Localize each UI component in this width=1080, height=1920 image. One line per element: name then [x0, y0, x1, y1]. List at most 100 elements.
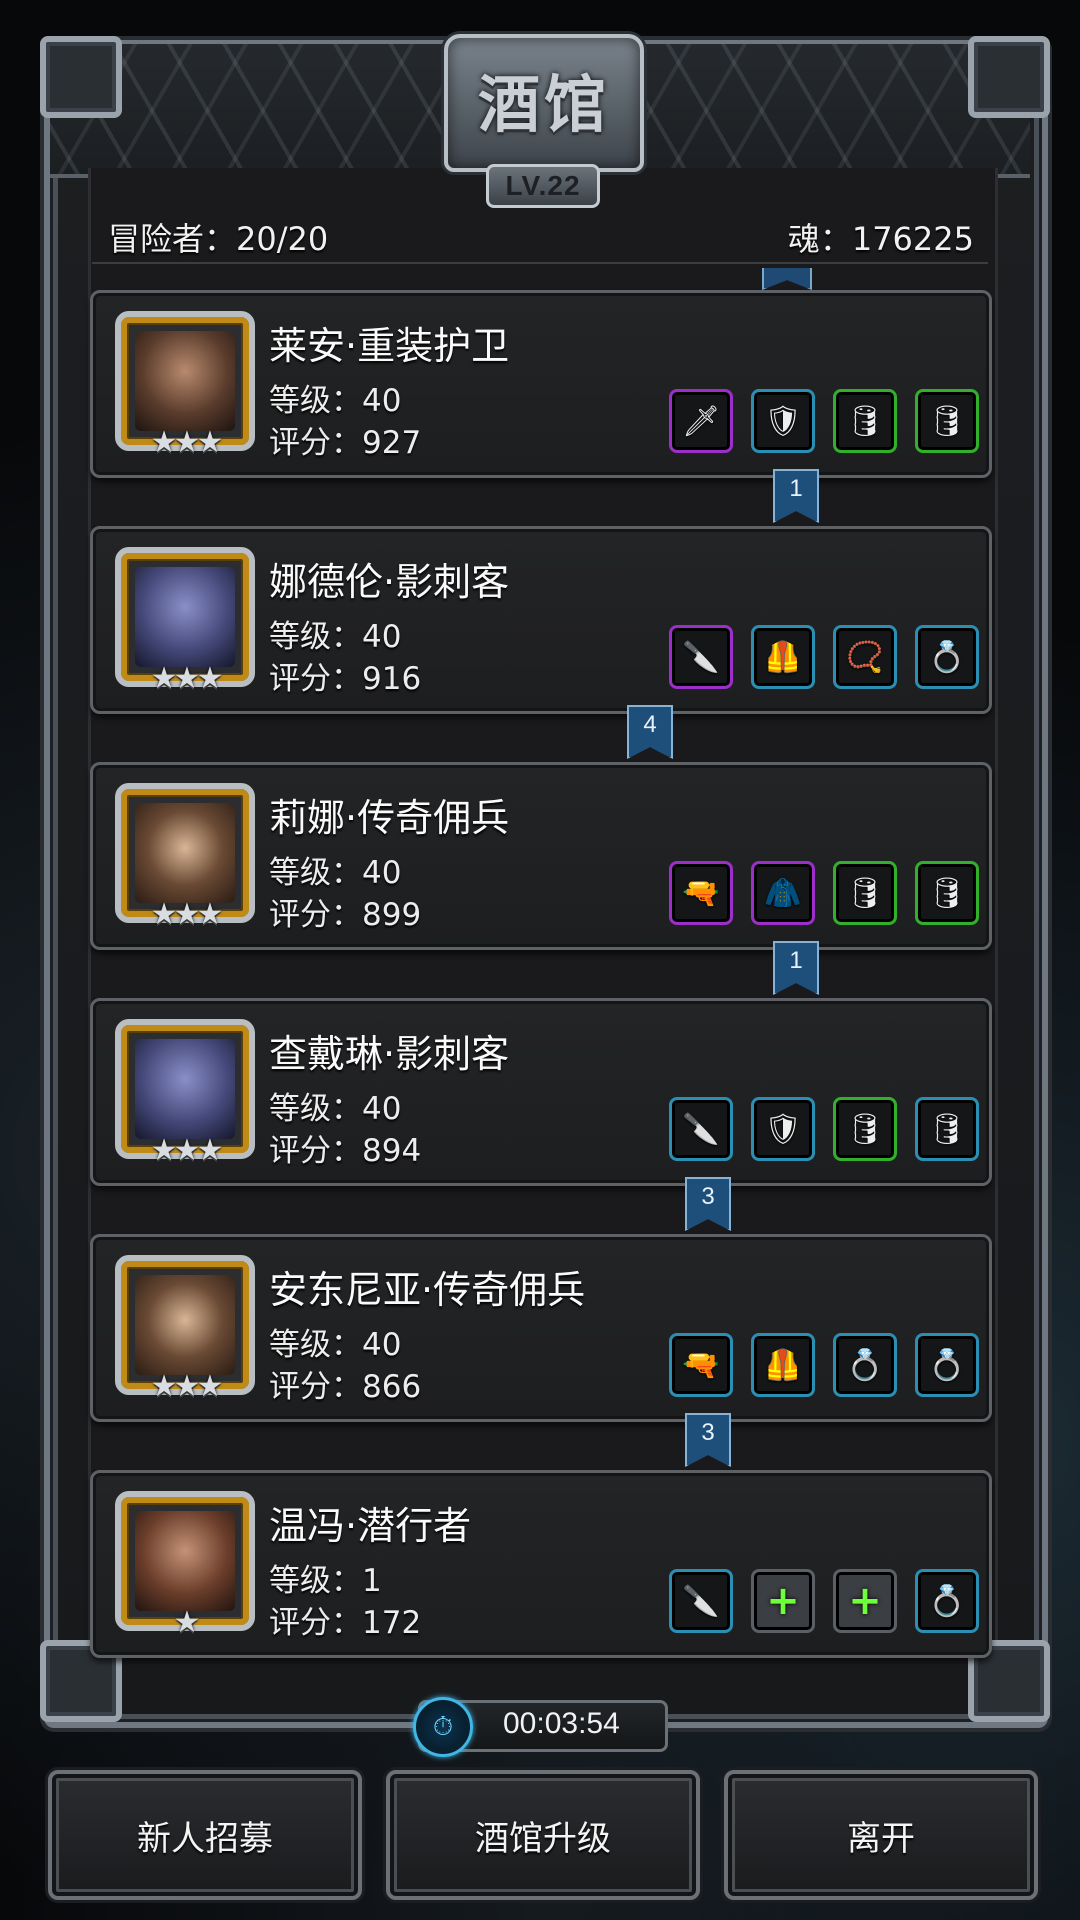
armor-icon: 🛡 [763, 1111, 803, 1147]
curved-blade-icon: 🔪 [682, 639, 720, 675]
ring-icon: 💍 [928, 1347, 966, 1383]
title-plate: 酒馆 [444, 34, 644, 172]
hero-level: 等级：40 [269, 1091, 402, 1127]
hero-avatar [135, 803, 235, 903]
equipment-slot[interactable]: 🛢 [833, 1097, 897, 1161]
equipment-slots: 🔪 🦺 📿 💍 [669, 625, 979, 689]
armor-icon: 🛡 [763, 403, 803, 439]
hero-score: 评分：866 [269, 1369, 422, 1405]
header-divider [92, 262, 988, 264]
equipment-slot[interactable]: 💍 [915, 1569, 979, 1633]
hero-avatar [135, 1511, 235, 1611]
star-rating: ★★★ [150, 897, 224, 932]
equipment-slot[interactable]: 🧥 [751, 861, 815, 925]
stopwatch-icon: ⏱ [413, 1697, 473, 1757]
equipment-slot[interactable]: 🦺 [751, 1333, 815, 1397]
hero-level: 等级：1 [269, 1563, 382, 1599]
leave-button[interactable]: 离开 [724, 1770, 1038, 1900]
barrel-icon: 🛢 [845, 875, 885, 911]
hero-card[interactable]: ★★★ 莉娜·传奇佣兵 等级：40 评分：899 🔫 🧥 🛢 🛢 1 [90, 762, 992, 995]
refresh-timer: ⏱ 00:03:54 [413, 1697, 668, 1757]
tavern-level-badge: LV.22 [486, 164, 600, 208]
hero-name: 温冯·潜行者 [269, 1504, 472, 1548]
hero-level: 等级：40 [269, 383, 402, 419]
ring-icon: 💍 [928, 639, 966, 675]
equipment-slot[interactable]: 🛡 [751, 1097, 815, 1161]
rank-ribbon: 1 [773, 469, 819, 523]
hero-card[interactable]: ★★★ 莱安·重装护卫 等级：40 评分：927 🗡 🛡 🛢 🛢 1 [90, 290, 992, 523]
hero-name: 莉娜·传奇佣兵 [269, 796, 510, 840]
equipment-slot[interactable]: + [751, 1569, 815, 1633]
page-title: 酒馆 [477, 68, 610, 141]
ring-icon: 💍 [846, 1347, 884, 1383]
rank-ribbon: 3 [685, 1177, 731, 1231]
equipment-slot[interactable]: 💍 [915, 1333, 979, 1397]
frame-corner-ornament [968, 36, 1050, 118]
hero-avatar [135, 567, 235, 667]
equipment-slot[interactable]: 🔪 [669, 1569, 733, 1633]
hero-score: 评分：927 [269, 425, 422, 461]
equipment-slot[interactable]: + [833, 1569, 897, 1633]
equipment-slot[interactable]: 🔪 [669, 625, 733, 689]
equipment-slot[interactable]: 🔫 [669, 861, 733, 925]
rank-ribbon: 1 [773, 941, 819, 995]
equipment-slots: 🔪 + + 💍 [669, 1569, 979, 1633]
equipment-slot[interactable]: 📿 [833, 625, 897, 689]
star-rating: ★★★ [150, 661, 224, 696]
equipment-slots: 🔫 🧥 🛢 🛢 [669, 861, 979, 925]
ring-icon: 💍 [928, 1583, 966, 1619]
hero-level: 等级：40 [269, 619, 402, 655]
equipment-slot[interactable]: 💍 [915, 625, 979, 689]
pistol-icon: 🔫 [682, 1347, 720, 1383]
barrel-icon: 🛢 [927, 403, 967, 439]
hero-avatar [135, 1275, 235, 1375]
upgrade-tavern-button[interactable]: 酒馆升级 [386, 1770, 700, 1900]
hero-name: 娜德伦·影刺客 [269, 560, 510, 604]
frame-corner-ornament [40, 36, 122, 118]
amulet-icon: 📿 [846, 639, 884, 675]
hero-list[interactable]: ★★★ 莱安·重装护卫 等级：40 评分：927 🗡 🛡 🛢 🛢 1 ★★★ 娜德伦·… [90, 290, 992, 1706]
pistol-icon: 🔫 [682, 875, 720, 911]
equipment-slot[interactable]: 🛢 [915, 389, 979, 453]
equipment-slot[interactable]: 🛢 [833, 389, 897, 453]
hero-name: 安东尼亚·传奇佣兵 [269, 1268, 586, 1312]
hero-avatar [135, 331, 235, 431]
coat-icon: 🧥 [764, 875, 802, 911]
equipment-slot[interactable]: 🛢 [833, 861, 897, 925]
add-armor-icon: + [766, 1578, 800, 1624]
equipment-slot[interactable]: 🛢 [915, 1097, 979, 1161]
star-rating: ★★★ [150, 1133, 224, 1168]
hero-avatar [135, 1039, 235, 1139]
hero-score: 评分：899 [269, 897, 422, 933]
equipment-slot[interactable]: 🛡 [751, 389, 815, 453]
soul-currency: 魂：176225 [787, 220, 974, 258]
equipment-slot[interactable]: 🔪 [669, 1097, 733, 1161]
barrel-icon: 🛢 [927, 875, 967, 911]
curved-blade-icon: 🔪 [682, 1583, 720, 1619]
hero-score: 评分：894 [269, 1133, 422, 1169]
hero-level: 等级：40 [269, 1327, 402, 1363]
barrel-icon: 🛢 [927, 1111, 967, 1147]
equipment-slot[interactable]: 🦺 [751, 625, 815, 689]
recruit-button[interactable]: 新人招募 [48, 1770, 362, 1900]
hero-score: 评分：172 [269, 1605, 422, 1641]
star-rating: ★★★ [150, 425, 224, 460]
equipment-slot[interactable]: 🛢 [915, 861, 979, 925]
hero-card[interactable]: ★★★ 娜德伦·影刺客 等级：40 评分：916 🔪 🦺 📿 💍 4 [90, 526, 992, 759]
hero-card[interactable]: ★★★ 查戴琳·影刺客 等级：40 评分：894 🔪 🛡 🛢 🛢 3 [90, 998, 992, 1231]
chest-armor-icon: 🦺 [764, 639, 802, 675]
barrel-icon: 🛢 [845, 403, 885, 439]
hero-card[interactable]: ★ 温冯·潜行者 等级：1 评分：172 🔪 + + 💍 [90, 1470, 992, 1658]
equipment-slot[interactable]: 💍 [833, 1333, 897, 1397]
adventurer-count: 冒险者：20/20 [108, 220, 329, 258]
hero-name: 查戴琳·影刺客 [269, 1032, 510, 1076]
equipment-slot[interactable]: 🔫 [669, 1333, 733, 1397]
curved-blade-icon: 🔪 [682, 1111, 720, 1147]
equipment-slots: 🔪 🛡 🛢 🛢 [669, 1097, 979, 1161]
hero-name: 莱安·重装护卫 [269, 324, 510, 368]
hero-score: 评分：916 [269, 661, 422, 697]
hero-card[interactable]: ★★★ 安东尼亚·传奇佣兵 等级：40 评分：866 🔫 🦺 💍 💍 3 [90, 1234, 992, 1467]
star-rating: ★ [173, 1605, 201, 1640]
equipment-slot[interactable]: 🗡 [669, 389, 733, 453]
equipment-slots: 🔫 🦺 💍 💍 [669, 1333, 979, 1397]
